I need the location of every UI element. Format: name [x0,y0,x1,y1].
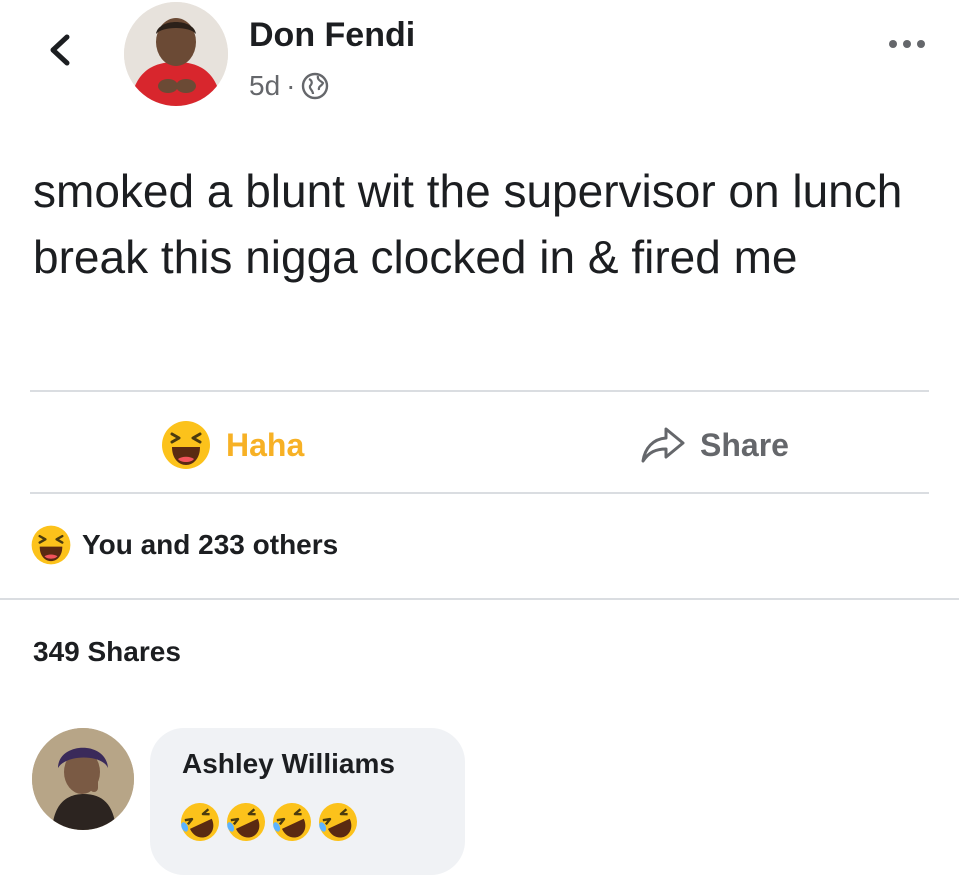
share-button[interactable]: Share [640,418,789,472]
post-page: Don Fendi 5d · smoked a blunt wit the su… [0,0,959,875]
divider [30,492,929,494]
author-avatar[interactable] [124,2,228,106]
post-meta: 5d · [249,70,329,102]
avatar-photo [124,2,228,106]
chevron-left-icon [50,34,70,66]
comment-emojis [178,800,360,844]
globe-icon [302,72,329,100]
commenter-avatar[interactable] [32,728,134,830]
back-button[interactable] [40,30,80,70]
rofl-emoji-icon [181,803,219,841]
reactions-count-text: You and 233 others [82,529,339,560]
haha-reaction-button[interactable]: Haha [160,418,304,472]
share-label: Share [700,426,789,463]
rofl-emoji-icon [319,803,357,841]
more-horizontal-icon [889,40,897,48]
more-options-button[interactable] [889,40,925,48]
divider [30,390,929,392]
haha-label: Haha [226,426,305,463]
rofl-emoji-icon [273,803,311,841]
haha-emoji-icon [31,525,71,565]
post-text: smoked a blunt wit the supervisor on lun… [33,165,903,283]
post-timestamp[interactable]: 5d [249,70,280,102]
divider [0,598,959,600]
haha-emoji-icon [162,421,210,469]
commenter-name[interactable]: Ashley Williams [182,748,395,780]
reaction-summary[interactable]: You and 233 others [30,524,338,566]
meta-separator: · [286,70,296,101]
share-arrow-icon [641,427,685,463]
avatar-photo [32,728,134,830]
shares-count[interactable]: 349 Shares [33,636,181,668]
author-name[interactable]: Don Fendi [249,16,415,55]
rofl-emoji-icon [227,803,265,841]
